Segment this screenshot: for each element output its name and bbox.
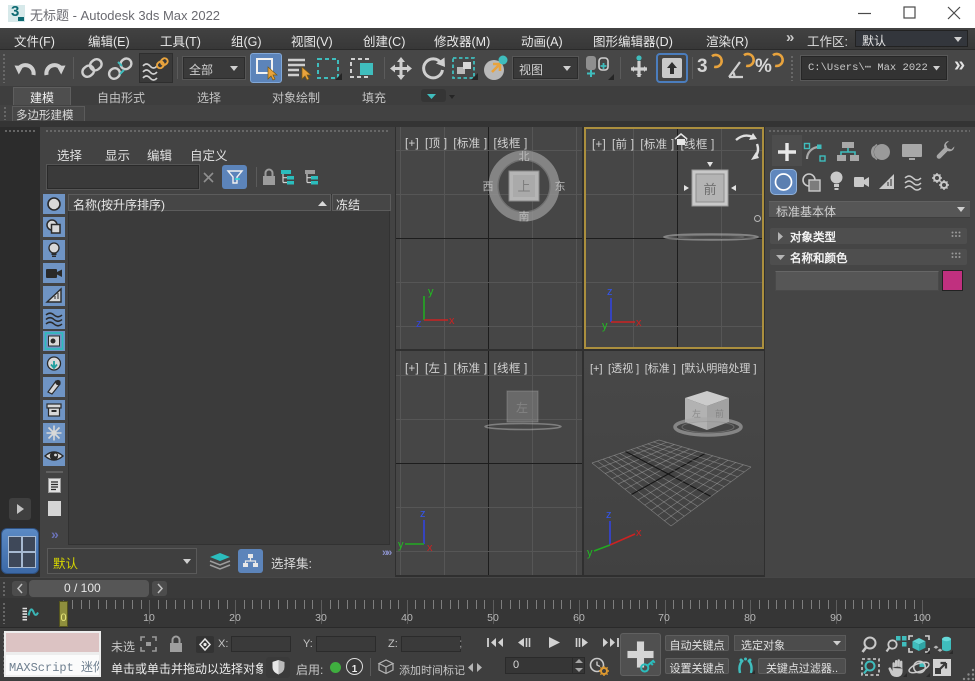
svg-text:南: 南 (519, 210, 530, 223)
svg-text:东: 东 (555, 180, 566, 193)
svg-text:上: 上 (517, 179, 530, 194)
svg-text:z: z (606, 509, 612, 521)
svg-text:z: z (607, 286, 613, 298)
svg-text:北: 北 (519, 150, 530, 163)
svg-text:y: y (587, 547, 593, 559)
svg-text:x: x (636, 317, 642, 329)
svg-text:前: 前 (703, 182, 716, 197)
svg-text:y: y (602, 320, 608, 332)
svg-text:x: x (449, 315, 455, 327)
svg-text:x: x (427, 542, 433, 554)
svg-text:y: y (428, 286, 434, 298)
svg-text:z: z (416, 318, 422, 330)
svg-text:z: z (420, 508, 426, 520)
svg-text:前: 前 (715, 408, 724, 419)
svg-text:x: x (636, 527, 642, 539)
svg-text:左: 左 (692, 408, 701, 419)
svg-text:西: 西 (483, 181, 494, 193)
svg-text:y: y (398, 539, 404, 551)
svg-text:左: 左 (516, 400, 528, 415)
